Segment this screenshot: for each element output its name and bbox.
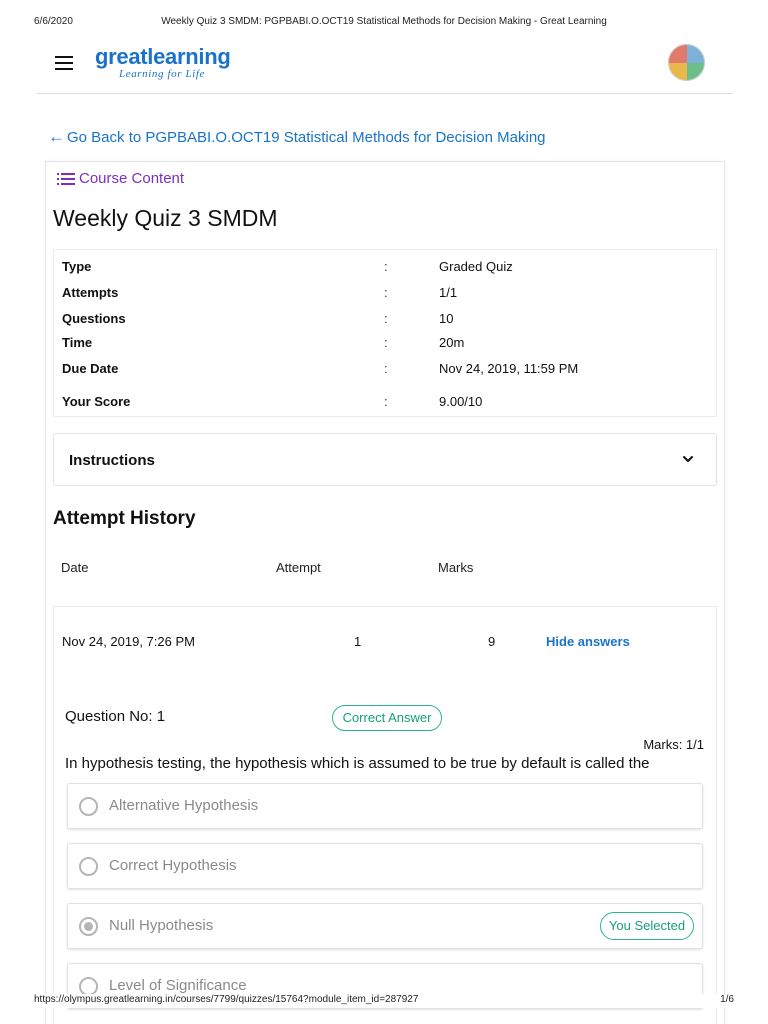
info-row-questions: Questions : 10 bbox=[62, 311, 708, 331]
you-selected-badge: You Selected bbox=[600, 912, 694, 940]
info-value: Nov 24, 2019, 11:59 PM bbox=[439, 361, 579, 376]
print-header: 6/6/2020 Weekly Quiz 3 SMDM: PGPBABI.O.O… bbox=[34, 16, 734, 30]
print-footer: https://olympus.greatlearning.in/courses… bbox=[34, 994, 734, 1008]
answer-option-selected[interactable]: Null Hypothesis You Selected bbox=[67, 903, 703, 949]
info-separator: : bbox=[384, 311, 388, 326]
course-content-label: Course Content bbox=[79, 170, 185, 187]
radio-checked-icon bbox=[79, 917, 98, 936]
hide-answers-link[interactable]: Hide answers bbox=[546, 634, 630, 649]
hamburger-menu-icon[interactable] bbox=[55, 56, 75, 72]
info-label: Type bbox=[62, 259, 92, 274]
info-value: Graded Quiz bbox=[439, 259, 513, 274]
answer-option[interactable]: Correct Hypothesis bbox=[67, 843, 703, 889]
attempt-date: Nov 24, 2019, 7:26 PM bbox=[62, 634, 195, 649]
arrow-left-icon: ← bbox=[48, 127, 65, 146]
instructions-label: Instructions bbox=[69, 452, 155, 469]
question-text: In hypothesis testing, the hypothesis wh… bbox=[65, 755, 650, 772]
user-avatar[interactable] bbox=[668, 44, 705, 81]
list-icon bbox=[57, 172, 75, 186]
info-row-type: Type : Graded Quiz bbox=[62, 259, 708, 279]
greatlearning-logo[interactable]: greatlearning Learning for Life bbox=[95, 44, 231, 80]
print-url: https://olympus.greatlearning.in/courses… bbox=[34, 994, 419, 1005]
print-page-number: 1/6 bbox=[720, 994, 734, 1005]
history-header-attempt: Attempt bbox=[276, 560, 321, 575]
attempt-marks: 9 bbox=[488, 634, 496, 649]
go-back-link[interactable]: ← Go Back to PGPBABI.O.OCT19 Statistical … bbox=[48, 127, 546, 147]
option-label: Level of Significance bbox=[109, 977, 247, 994]
info-label: Due Date bbox=[62, 361, 119, 376]
radio-unchecked-icon bbox=[79, 857, 98, 876]
top-navbar: greatlearning Learning for Life bbox=[37, 40, 732, 94]
radio-unchecked-icon bbox=[79, 797, 98, 816]
info-value: 10 bbox=[439, 311, 454, 326]
info-value: 1/1 bbox=[439, 285, 458, 300]
history-header-marks: Marks bbox=[438, 560, 474, 575]
info-row-due-date: Due Date : Nov 24, 2019, 11:59 PM bbox=[62, 361, 708, 381]
correct-answer-badge: Correct Answer bbox=[332, 705, 442, 731]
question-marks: Marks: 1/1 bbox=[643, 737, 704, 752]
info-separator: : bbox=[384, 285, 388, 300]
info-separator: : bbox=[384, 259, 388, 274]
go-back-label: Go Back to PGPBABI.O.OCT19 Statistical M… bbox=[67, 129, 546, 146]
info-row-score: Your Score : 9.00/10 bbox=[62, 394, 708, 414]
question-number: Question No: 1 bbox=[65, 708, 166, 725]
answer-option[interactable]: Alternative Hypothesis bbox=[67, 783, 703, 829]
info-label: Time bbox=[62, 335, 93, 350]
page-title: Weekly Quiz 3 SMDM bbox=[53, 205, 278, 231]
instructions-accordion[interactable]: Instructions bbox=[53, 433, 717, 486]
info-label: Your Score bbox=[62, 394, 131, 409]
attempt-number: 1 bbox=[354, 634, 362, 649]
info-separator: : bbox=[384, 394, 388, 409]
info-row-time: Time : 20m bbox=[62, 335, 708, 355]
option-label: Null Hypothesis bbox=[109, 917, 214, 934]
info-row-attempts: Attempts : 1/1 bbox=[62, 285, 708, 305]
info-separator: : bbox=[384, 361, 388, 376]
course-content-link[interactable]: Course Content bbox=[57, 170, 184, 187]
quiz-info-table: Type : Graded Quiz Attempts : 1/1 Questi… bbox=[53, 249, 717, 417]
info-label: Questions bbox=[62, 311, 126, 326]
option-label: Alternative Hypothesis bbox=[109, 797, 259, 814]
chevron-down-icon bbox=[683, 456, 693, 462]
option-label: Correct Hypothesis bbox=[109, 857, 237, 874]
history-header-date: Date bbox=[61, 560, 89, 575]
attempt-history-heading: Attempt History bbox=[53, 508, 196, 529]
logo-brand: greatlearning bbox=[95, 44, 231, 69]
logo-tagline: Learning for Life bbox=[119, 68, 205, 80]
print-page-title: Weekly Quiz 3 SMDM: PGPBABI.O.OCT19 Stat… bbox=[161, 16, 607, 27]
info-separator: : bbox=[384, 335, 388, 350]
info-value: 20m bbox=[439, 335, 465, 350]
info-value: 9.00/10 bbox=[439, 394, 483, 409]
info-label: Attempts bbox=[62, 285, 119, 300]
